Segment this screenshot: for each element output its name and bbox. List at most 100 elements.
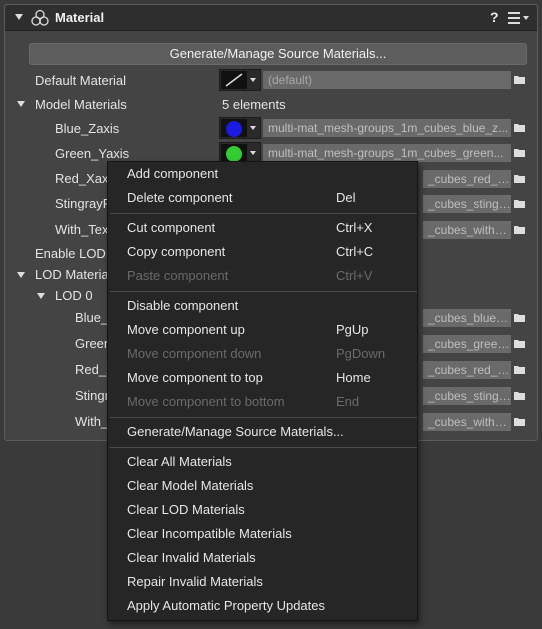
folder-icon[interactable]	[514, 199, 526, 209]
menu-item-label: Cut component	[127, 220, 216, 235]
menu-item-move-up[interactable]: Move component up PgUp	[108, 319, 417, 341]
material-component-icon	[31, 9, 49, 26]
lod-material-path-with-texture[interactable]: _cubes_with_t...	[423, 413, 511, 431]
model-material-label-blue-zaxis: Blue_Zaxis	[55, 121, 120, 136]
menu-item-shortcut: Del	[336, 190, 356, 205]
panel-header[interactable]: Material ?	[5, 5, 537, 31]
menu-item-label: Generate/Manage Source Materials...	[127, 424, 344, 439]
menu-item-paste-component: Paste component Ctrl+V	[108, 265, 417, 287]
model-materials-count: 5 elements	[222, 97, 286, 112]
folder-icon[interactable]	[514, 174, 526, 184]
menu-item-label: Delete component	[127, 190, 233, 205]
default-material-swatch[interactable]	[219, 69, 261, 91]
folder-icon[interactable]	[514, 391, 526, 401]
no-material-icon	[225, 73, 243, 87]
menu-item-shortcut: Ctrl+X	[336, 220, 373, 235]
chevron-down-icon	[250, 78, 256, 82]
model-material-label-with-texture: With_Text	[55, 222, 113, 237]
menu-item-label: Apply Automatic Property Updates	[127, 598, 325, 613]
menu-item-cut-component[interactable]: Cut component Ctrl+X	[108, 217, 417, 239]
context-menu: Add component Delete component Del Cut c…	[107, 161, 418, 621]
menu-item-label: Clear Incompatible Materials	[127, 526, 292, 541]
lod-material-path-stingray[interactable]: _cubes_stingr...	[423, 387, 511, 405]
model-materials-expand-arrow-icon[interactable]	[17, 101, 25, 107]
menu-item-clear-all-materials[interactable]: Clear All Materials	[108, 451, 417, 473]
folder-icon[interactable]	[514, 365, 526, 375]
menu-item-label: Move component up	[127, 322, 245, 337]
menu-item-label: Move component down	[127, 346, 262, 361]
model-material-swatch-blue-zaxis[interactable]	[219, 117, 261, 139]
material-preview	[221, 119, 247, 137]
lod-material-path-red[interactable]: _cubes_red_xa...	[423, 361, 511, 379]
menu-item-label: Clear Model Materials	[127, 478, 254, 493]
menu-item-move-to-bottom: Move component to bottom End	[108, 391, 417, 413]
menu-item-disable-component[interactable]: Disable component	[108, 295, 417, 317]
chevron-down-icon	[250, 126, 256, 130]
menu-item-clear-invalid-materials[interactable]: Clear Invalid Materials	[108, 547, 417, 569]
default-material-path-field[interactable]: (default)	[263, 71, 511, 89]
default-material-preview	[221, 71, 247, 89]
folder-icon[interactable]	[514, 123, 526, 133]
folder-icon[interactable]	[514, 417, 526, 427]
menu-item-label: Clear Invalid Materials	[127, 550, 256, 565]
lod0-expand-arrow-icon[interactable]	[37, 293, 45, 299]
material-sphere-icon	[226, 121, 242, 137]
folder-icon[interactable]	[514, 148, 526, 158]
menu-item-apply-automatic-property-updates[interactable]: Apply Automatic Property Updates	[108, 595, 417, 617]
hamburger-menu-icon[interactable]	[508, 11, 530, 25]
menu-item-label: Clear All Materials	[127, 454, 232, 469]
lod-materials-label: LOD Materia	[35, 267, 109, 282]
menu-item-shortcut: End	[336, 394, 360, 409]
menu-item-clear-model-materials[interactable]: Clear Model Materials	[108, 475, 417, 497]
help-button[interactable]: ?	[490, 9, 499, 25]
folder-icon[interactable]	[514, 75, 526, 85]
chevron-down-icon	[250, 151, 256, 155]
menu-item-clear-lod-materials[interactable]: Clear LOD Materials	[108, 499, 417, 521]
menu-item-add-component[interactable]: Add component	[108, 163, 417, 185]
default-material-label: Default Material	[35, 73, 127, 88]
lod-material-label-green: Greer	[75, 336, 109, 351]
menu-item-label: Paste component	[127, 268, 229, 283]
lod0-label: LOD 0	[55, 288, 93, 303]
menu-separator	[110, 417, 417, 418]
menu-item-clear-incompatible-materials[interactable]: Clear Incompatible Materials	[108, 523, 417, 545]
lod-materials-expand-arrow-icon[interactable]	[17, 272, 25, 278]
panel-title: Material	[55, 10, 105, 25]
model-material-path-stingray[interactable]: _cubes_stingr...	[423, 195, 511, 213]
model-material-path-with-texture[interactable]: _cubes_with_t...	[423, 221, 511, 239]
model-material-label-stingray: StingrayP	[55, 196, 112, 211]
model-material-path-green-yaxis[interactable]: multi-mat_mesh-groups_1m_cubes_green...	[263, 144, 511, 162]
menu-item-copy-component[interactable]: Copy component Ctrl+C	[108, 241, 417, 263]
menu-item-label: Move component to bottom	[127, 394, 285, 409]
menu-item-label: Copy component	[127, 244, 226, 259]
model-materials-label: Model Materials	[35, 97, 127, 112]
menu-item-move-to-top[interactable]: Move component to top Home	[108, 367, 417, 389]
menu-item-move-down: Move component down PgDown	[108, 343, 417, 365]
menu-item-delete-component[interactable]: Delete component Del	[108, 187, 417, 209]
menu-item-repair-invalid-materials[interactable]: Repair Invalid Materials	[108, 571, 417, 593]
menu-item-shortcut: Ctrl+C	[336, 244, 374, 259]
model-material-path-red-xaxis[interactable]: _cubes_red_xa...	[423, 170, 511, 188]
menu-item-generate-source-materials[interactable]: Generate/Manage Source Materials...	[108, 421, 417, 443]
menu-separator	[110, 447, 417, 448]
folder-icon[interactable]	[514, 313, 526, 323]
lod-material-label-stingray: Stingr	[75, 388, 109, 403]
menu-item-label: Move component to top	[127, 370, 263, 385]
menu-item-label: Add component	[127, 166, 219, 181]
lod-material-path-green[interactable]: _cubes_green...	[423, 335, 511, 353]
folder-icon[interactable]	[514, 225, 526, 235]
lod-material-path-blue[interactable]: _cubes_blue_z...	[423, 309, 511, 327]
model-material-label-green-yaxis: Green_Yaxis	[55, 146, 130, 161]
collapse-arrow-icon[interactable]	[15, 14, 23, 20]
generate-source-materials-button[interactable]: Generate/Manage Source Materials...	[29, 43, 527, 65]
material-sphere-icon	[226, 146, 242, 162]
model-material-path-blue-zaxis[interactable]: multi-mat_mesh-groups_1m_cubes_blue_z...	[263, 119, 511, 137]
menu-separator	[110, 213, 417, 214]
menu-item-label: Clear LOD Materials	[127, 502, 245, 517]
menu-item-shortcut: Ctrl+V	[336, 268, 373, 283]
menu-item-shortcut: Home	[336, 370, 371, 385]
folder-icon[interactable]	[514, 339, 526, 349]
material-preview	[221, 144, 247, 162]
menu-item-label: Disable component	[127, 298, 239, 313]
menu-item-shortcut: PgDown	[336, 346, 386, 361]
